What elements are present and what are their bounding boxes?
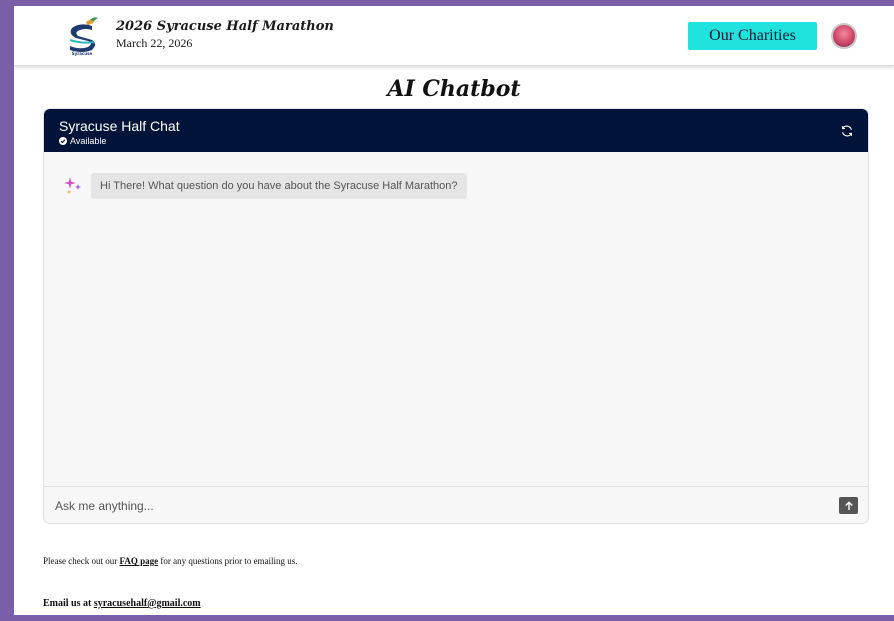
sparkle-icon [64, 177, 81, 194]
chat-header: Syracuse Half Chat Available [44, 109, 868, 152]
profile-avatar[interactable] [831, 23, 857, 49]
email-prefix: Email us at [43, 598, 94, 609]
chat-status: Available [59, 136, 106, 146]
event-date: March 22, 2026 [116, 36, 193, 50]
chat-message: Hi There! What question do you have abou… [63, 173, 467, 199]
our-charities-button[interactable]: Our Charities [688, 22, 817, 50]
check-circle-icon [59, 137, 67, 145]
send-button[interactable] [839, 497, 858, 514]
chat-input[interactable] [55, 496, 815, 516]
event-title: 2026 Syracuse Half Marathon [116, 19, 334, 34]
faq-notice: Please check out our FAQ page for any qu… [43, 556, 298, 566]
email-link[interactable]: syracusehalf@gmail.com [94, 598, 201, 609]
page-title: AI Chatbot [387, 76, 521, 102]
faq-prefix: Please check out our [43, 556, 120, 566]
chat-status-label: Available [70, 136, 107, 146]
site-header: Syracuse 2026 Syracuse Half Marathon Mar… [14, 6, 894, 66]
page: Syracuse 2026 Syracuse Half Marathon Mar… [14, 6, 894, 615]
arrow-up-icon [844, 500, 853, 510]
email-notice: Email us at syracusehalf@gmail.com [43, 598, 201, 609]
faq-suffix: for any questions prior to emailing us. [158, 556, 298, 566]
chat-input-bar [44, 486, 868, 523]
chat-name: Syracuse Half Chat [59, 118, 180, 134]
refresh-icon[interactable] [840, 124, 854, 138]
chat-widget: Syracuse Half Chat Available Hi There! W… [43, 108, 869, 524]
faq-page-link[interactable]: FAQ page [119, 556, 158, 566]
bot-message-bubble: Hi There! What question do you have abou… [91, 173, 467, 199]
logo-text: Syracuse [72, 51, 93, 56]
syracuse-half-logo[interactable]: Syracuse [64, 14, 100, 58]
